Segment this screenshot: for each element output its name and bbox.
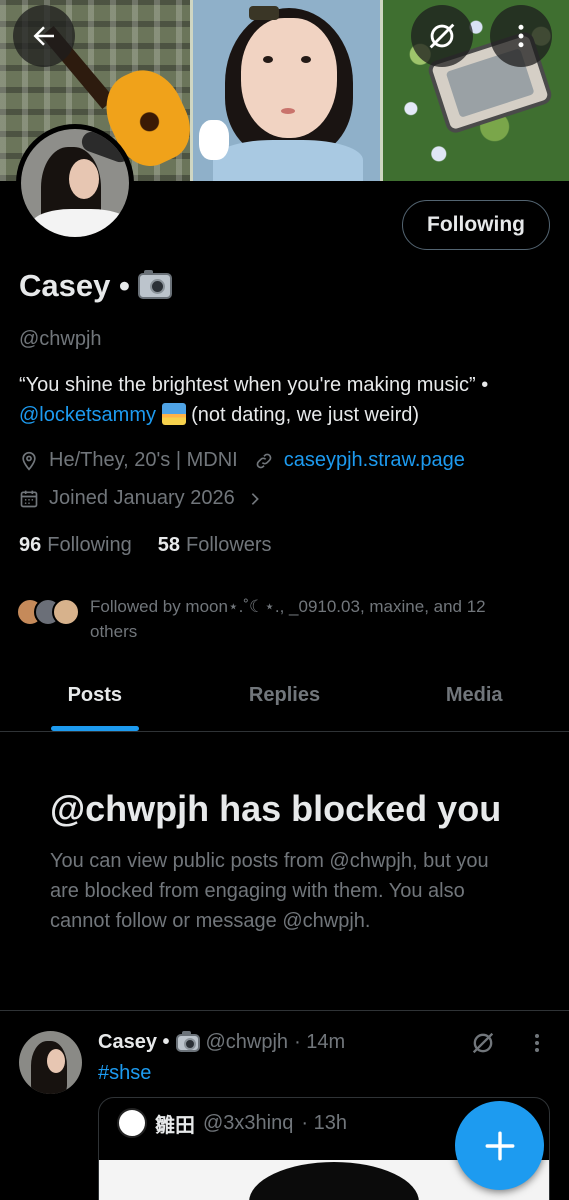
profile-display-name: Casey • — [19, 268, 130, 303]
post-author-handle: @chwpjh — [205, 1031, 289, 1053]
tab-posts[interactable]: Posts — [0, 660, 190, 731]
blocked-title: @chwpjh has blocked you — [50, 788, 502, 829]
grok-button[interactable] — [411, 5, 473, 67]
quoted-author-name: 雛田 — [155, 1114, 195, 1137]
camera-icon — [175, 1030, 200, 1052]
chevron-right-icon — [251, 492, 259, 505]
post-header: Casey • @chwpjh · 14m — [98, 1030, 346, 1054]
more-options-button[interactable] — [490, 5, 552, 67]
bio-quote: “You shine the brightest when you're mak… — [19, 374, 489, 396]
profile-avatar[interactable] — [16, 124, 134, 242]
sunrise-icon — [161, 403, 186, 425]
profile-joined-row[interactable]: Joined January 2026 — [19, 487, 263, 510]
back-button[interactable] — [13, 5, 75, 67]
calendar-icon — [20, 490, 38, 507]
post-author-name: Casey • — [98, 1031, 170, 1053]
following-count-link[interactable]: 96 Following — [19, 534, 132, 557]
grok-icon[interactable] — [469, 1029, 497, 1057]
profile-meta-row: He/They, 20's | MDNI caseypjh.straw.page — [19, 449, 465, 472]
post-author-avatar[interactable] — [19, 1031, 82, 1094]
profile-name: Casey • — [19, 268, 172, 304]
tab-media[interactable]: Media — [379, 660, 569, 731]
following-button[interactable]: Following — [402, 200, 550, 250]
follower-avatar — [52, 598, 80, 626]
quoted-post-header: 雛田 @3x3hinq · 13h — [117, 1108, 347, 1138]
quoted-post-time: · 13h — [301, 1111, 347, 1134]
followed-by-row[interactable]: Followed by moon⋆.˚☾⋆., _0910.03, maxine… — [16, 594, 530, 644]
banner-photo-selfie — [190, 0, 383, 181]
post-actions — [469, 1029, 549, 1057]
more-vertical-icon[interactable] — [525, 1031, 549, 1055]
post-hashtag-link[interactable]: #shse — [98, 1062, 151, 1085]
bio-mention-link[interactable]: @locketsammy — [19, 404, 156, 426]
arrow-left-icon — [33, 26, 54, 46]
profile-bio: “You shine the brightest when you're mak… — [19, 370, 554, 430]
followed-by-text: Followed by moon⋆.˚☾⋆., _0910.03, maxine… — [90, 597, 486, 641]
compose-button[interactable] — [455, 1101, 544, 1190]
camera-icon — [137, 270, 172, 299]
bio-tail: (not dating, we just weird) — [191, 404, 420, 426]
location-pin-icon — [22, 451, 36, 471]
post-time: · 14m — [294, 1031, 346, 1053]
profile-website-link[interactable]: caseypjh.straw.page — [284, 449, 465, 472]
blocked-description: You can view public posts from @chwpjh, … — [50, 850, 489, 932]
link-icon — [256, 453, 272, 468]
profile-location: He/They, 20's | MDNI — [49, 449, 238, 471]
quoted-author-handle: @3x3hinq — [203, 1111, 294, 1134]
profile-tabs: Posts Replies Media — [0, 660, 569, 732]
more-vertical-icon — [518, 24, 524, 48]
followers-count-link[interactable]: 58 Followers — [158, 534, 272, 557]
grok-icon — [429, 23, 455, 49]
plus-icon — [485, 1131, 514, 1160]
profile-joined-date: Joined January 2026 — [49, 487, 235, 509]
tab-replies[interactable]: Replies — [190, 660, 380, 731]
quoted-author-avatar — [117, 1108, 147, 1138]
profile-handle: @chwpjh — [19, 328, 102, 350]
follow-counts: 96 Following 58 Followers — [19, 534, 272, 557]
